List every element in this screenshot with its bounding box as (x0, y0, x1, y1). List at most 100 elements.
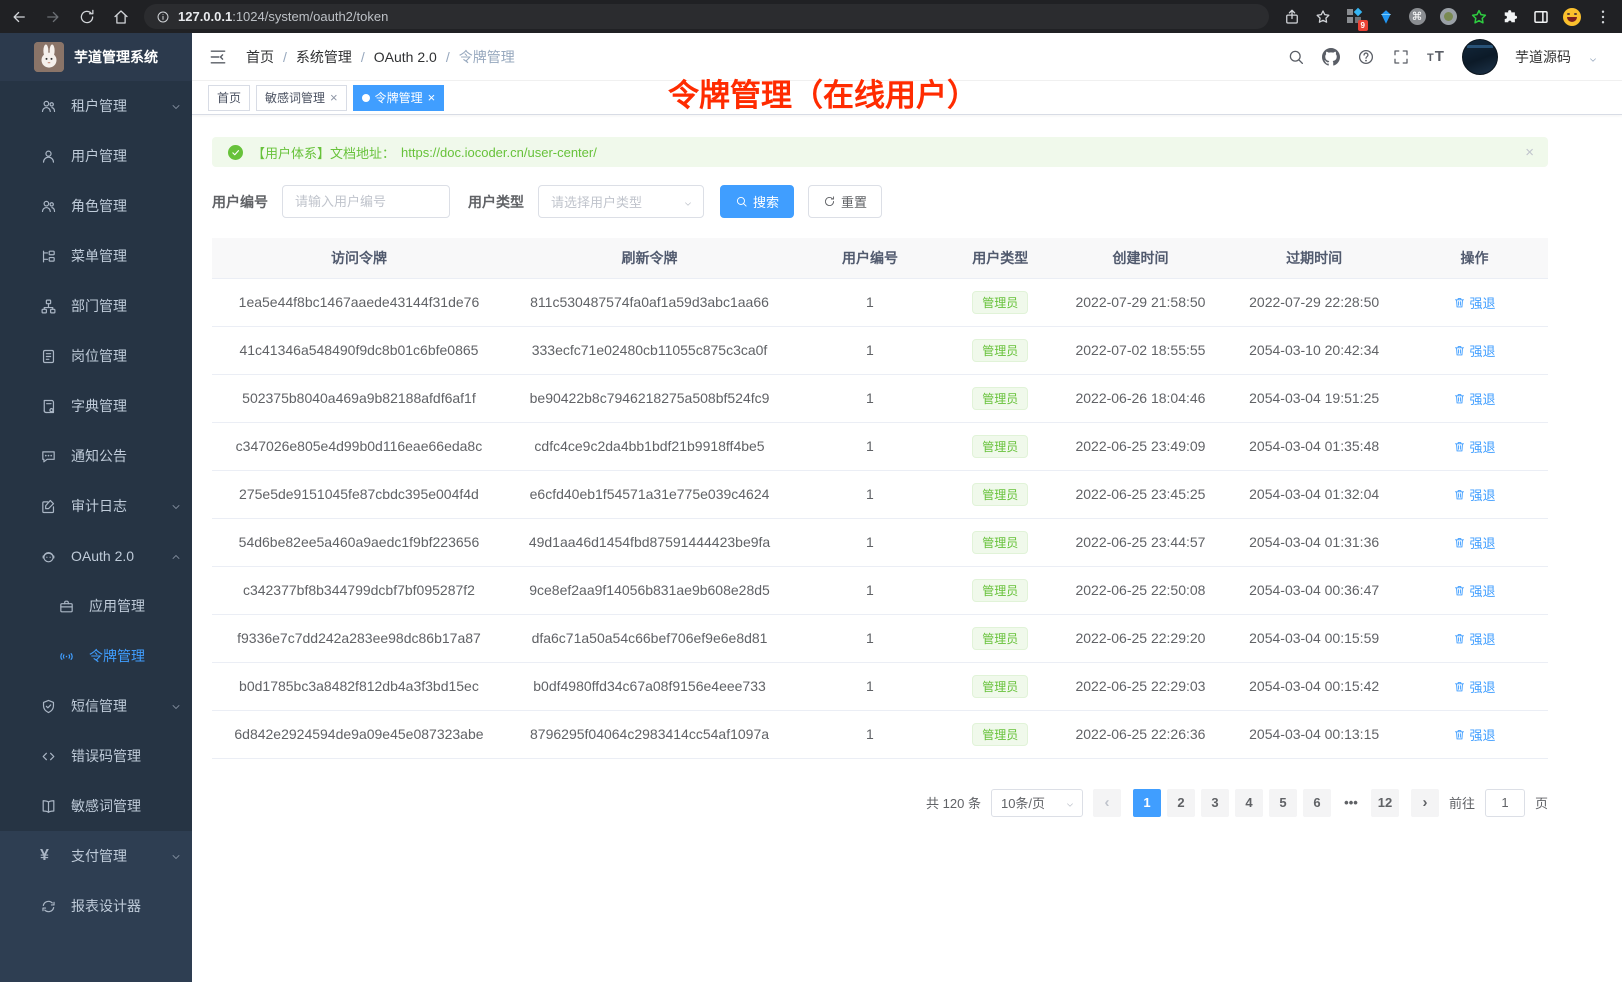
sidebar-item-2[interactable]: 角色管理 (0, 181, 192, 231)
breadcrumb-separator: / (446, 49, 450, 65)
puzzle-icon[interactable] (1501, 8, 1519, 26)
help-icon[interactable] (1357, 48, 1375, 66)
home-icon[interactable] (112, 8, 130, 26)
sidebar-item-9[interactable]: OAuth 2.0 (0, 531, 192, 581)
refresh-token-cell: e6cfd40eb1f54571a31e775e039c4624 (506, 470, 793, 518)
user-name[interactable]: 芋道源码 (1515, 47, 1571, 67)
force-logout-button[interactable]: 强退 (1453, 293, 1495, 312)
page-size-select[interactable]: 10条/页 (991, 789, 1083, 817)
prev-page-button[interactable]: ‹ (1093, 789, 1121, 817)
page-button-5[interactable]: 5 (1269, 789, 1297, 817)
forward-icon[interactable] (44, 8, 62, 26)
table-row: 6d842e2924594de9a09e45e087323abe8796295f… (212, 710, 1548, 758)
column-header-0: 访问令牌 (212, 238, 506, 278)
breadcrumb-item-0[interactable]: 首页 (246, 47, 274, 67)
tab-close-icon[interactable]: × (330, 91, 338, 104)
force-logout-button[interactable]: 强退 (1453, 533, 1495, 552)
command-icon[interactable]: ⌘ (1408, 8, 1426, 26)
total-count: 共 120 条 (926, 793, 981, 812)
emoji-icon[interactable] (1563, 8, 1581, 26)
sidebar-item-label: 部门管理 (71, 296, 127, 316)
sidebar-item-12[interactable]: 短信管理 (0, 681, 192, 731)
tab-close-icon[interactable]: × (428, 91, 436, 104)
breadcrumb-item-1[interactable]: 系统管理 (296, 47, 352, 67)
sidebar-item-4[interactable]: 部门管理 (0, 281, 192, 331)
refresh-icon (823, 195, 836, 208)
sidebar-item-15[interactable]: ¥支付管理 (0, 831, 192, 881)
reload-icon[interactable] (78, 8, 96, 26)
sidebar-item-13[interactable]: 错误码管理 (0, 731, 192, 781)
page-button-2[interactable]: 2 (1167, 789, 1195, 817)
page-button-3[interactable]: 3 (1201, 789, 1229, 817)
force-logout-label: 强退 (1469, 677, 1495, 696)
sidebar-item-5[interactable]: 岗位管理 (0, 331, 192, 381)
sidebar-item-1[interactable]: 用户管理 (0, 131, 192, 181)
sidebar-item-14[interactable]: 敏感词管理 (0, 781, 192, 831)
goto-page-input[interactable] (1485, 789, 1525, 817)
force-logout-button[interactable]: 强退 (1453, 581, 1495, 600)
fullscreen-icon[interactable] (1392, 48, 1410, 66)
breadcrumb-item-2[interactable]: OAuth 2.0 (374, 49, 437, 65)
force-logout-button[interactable]: 强退 (1453, 725, 1495, 744)
tab-1[interactable]: 敏感词管理× (256, 85, 347, 111)
sidebar-item-10[interactable]: 应用管理 (0, 581, 192, 631)
extension-grid-icon[interactable]: 9 (1346, 8, 1364, 26)
sidebar-item-3[interactable]: 菜单管理 (0, 231, 192, 281)
goto-label: 前往 (1449, 793, 1475, 812)
sidebar-toggle-icon[interactable] (1532, 8, 1550, 26)
access-token-cell: 6d842e2924594de9a09e45e087323abe (212, 710, 506, 758)
sidebar-item-8[interactable]: 审计日志 (0, 481, 192, 531)
star-icon[interactable] (1314, 8, 1332, 26)
force-logout-label: 强退 (1469, 341, 1495, 360)
table-row: 1ea5e44f8bc1467aaede43144f31de76811c5304… (212, 278, 1548, 326)
force-logout-button[interactable]: 强退 (1453, 485, 1495, 504)
sidebar-collapse-icon[interactable] (208, 47, 228, 67)
refresh-token-cell: 8796295f04064c2983414cc54af1097a (506, 710, 793, 758)
star-green-icon[interactable] (1470, 8, 1488, 26)
gem-icon[interactable] (1377, 8, 1395, 26)
page-button-1[interactable]: 1 (1133, 789, 1161, 817)
site-info-icon[interactable] (156, 10, 170, 24)
user-id-input[interactable] (282, 185, 450, 218)
search-button[interactable]: 搜索 (720, 185, 794, 218)
font-size-icon[interactable]: TT (1427, 48, 1445, 66)
force-logout-button[interactable]: 强退 (1453, 341, 1495, 360)
expire-time-cell: 2022-07-29 22:28:50 (1227, 278, 1401, 326)
tab-0[interactable]: 首页 (208, 85, 250, 111)
sidebar-item-6[interactable]: 字典管理 (0, 381, 192, 431)
search-icon[interactable] (1287, 48, 1305, 66)
sidebar-item-11[interactable]: 令牌管理 (0, 631, 192, 681)
share-icon[interactable] (1283, 8, 1301, 26)
force-logout-label: 强退 (1469, 437, 1495, 456)
alert-close-icon[interactable]: × (1525, 144, 1534, 161)
next-page-button[interactable]: › (1411, 789, 1439, 817)
back-icon[interactable] (10, 8, 28, 26)
record-icon[interactable] (1439, 8, 1457, 26)
app-logo-row[interactable]: 芋道管理系统 (0, 33, 192, 81)
tab-2[interactable]: 令牌管理× (353, 85, 445, 111)
github-icon[interactable] (1322, 48, 1340, 66)
force-logout-button[interactable]: 强退 (1453, 437, 1495, 456)
sidebar-item-label: 租户管理 (71, 96, 127, 116)
sidebar-item-0[interactable]: 租户管理 (0, 81, 192, 131)
user-caret-down-icon[interactable] (1588, 52, 1598, 62)
page-ellipsis[interactable]: ••• (1337, 789, 1365, 817)
action-cell: 强退 (1401, 374, 1548, 422)
page-button-4[interactable]: 4 (1235, 789, 1263, 817)
alert-doc-link[interactable]: https://doc.iocoder.cn/user-center/ (401, 145, 597, 160)
sidebar-item-7[interactable]: 通知公告 (0, 431, 192, 481)
sidebar-item-16[interactable]: 报表设计器 (0, 881, 192, 931)
address-bar[interactable]: 127.0.0.1:1024/system/oauth2/token (144, 4, 1269, 29)
force-logout-button[interactable]: 强退 (1453, 629, 1495, 648)
page-button-6[interactable]: 6 (1303, 789, 1331, 817)
user-type-select[interactable]: 请选择用户类型 (538, 185, 704, 218)
page-button-12[interactable]: 12 (1371, 789, 1399, 817)
force-logout-button[interactable]: 强退 (1453, 677, 1495, 696)
reset-button[interactable]: 重置 (808, 185, 882, 218)
annotation-overlay: 令牌管理（在线用户） (668, 70, 978, 115)
user-type-cell: 管理员 (947, 374, 1054, 422)
force-logout-button[interactable]: 强退 (1453, 389, 1495, 408)
avatar[interactable] (1462, 39, 1498, 75)
page-size-caret-icon (1065, 798, 1075, 808)
menu-dots-icon[interactable] (1594, 8, 1612, 26)
